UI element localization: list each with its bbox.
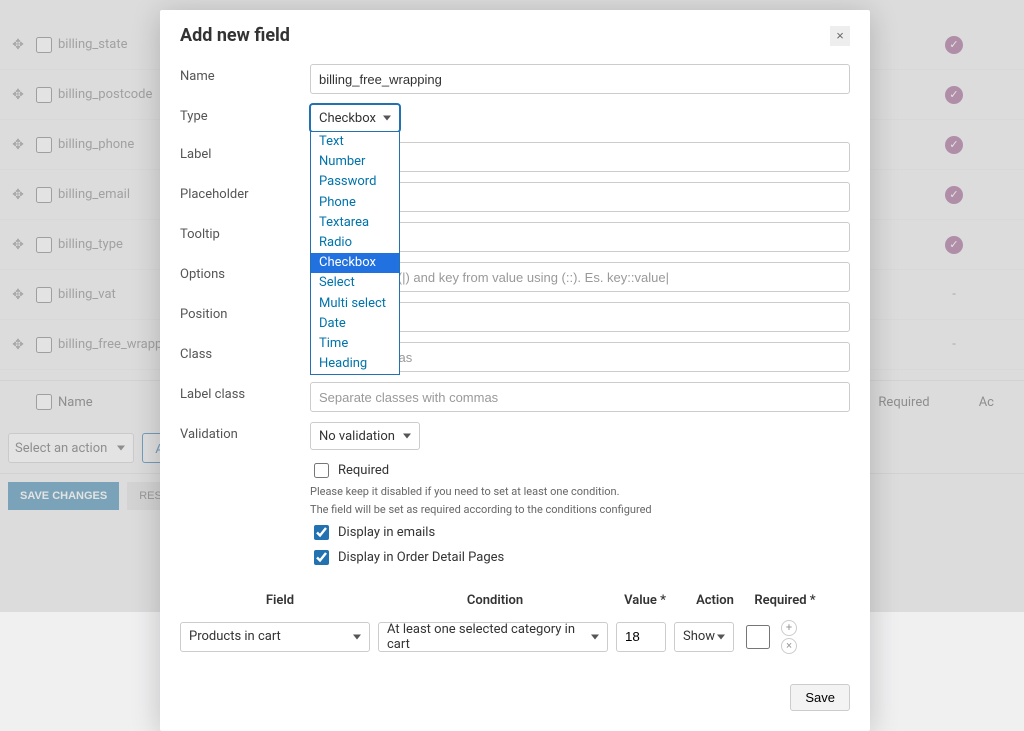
cond-h-field: Field bbox=[180, 593, 380, 608]
validation-label: Validation bbox=[180, 422, 310, 442]
cond-h-action: Action bbox=[680, 593, 750, 608]
type-option[interactable]: Time bbox=[311, 334, 399, 354]
cond-field-select[interactable]: Products in cart bbox=[180, 622, 370, 652]
type-select[interactable]: Checkbox bbox=[310, 104, 400, 132]
type-option[interactable]: Phone bbox=[311, 193, 399, 213]
display-order-checkbox[interactable] bbox=[314, 550, 329, 565]
cond-required-checkbox[interactable] bbox=[746, 625, 770, 649]
conditions-header: Field Condition Value * Action Required … bbox=[180, 593, 850, 608]
name-input[interactable] bbox=[310, 64, 850, 94]
type-option[interactable]: Number bbox=[311, 152, 399, 172]
validation-select[interactable]: No validation bbox=[310, 422, 420, 450]
type-option[interactable]: Password bbox=[311, 172, 399, 192]
type-option[interactable]: Select bbox=[311, 273, 399, 293]
type-option[interactable]: Textarea bbox=[311, 213, 399, 233]
type-option[interactable]: Radio bbox=[311, 233, 399, 253]
cond-h-required: Required * bbox=[750, 593, 820, 608]
type-option[interactable]: Multi select bbox=[311, 294, 399, 314]
label-class-label: Label class bbox=[180, 382, 310, 402]
display-emails-checkbox[interactable] bbox=[314, 525, 329, 540]
add-new-field-modal: Add new field × Name Type Checkbox TextN… bbox=[160, 10, 870, 731]
placeholder-label: Placeholder bbox=[180, 182, 310, 202]
required-checkbox[interactable] bbox=[314, 463, 329, 478]
name-label: Name bbox=[180, 64, 310, 84]
class-label: Class bbox=[180, 342, 310, 362]
label-class-input[interactable] bbox=[310, 382, 850, 412]
remove-condition-icon[interactable]: × bbox=[781, 638, 797, 654]
type-label: Type bbox=[180, 104, 310, 124]
cond-condition-select[interactable]: At least one selected category in cart bbox=[378, 622, 608, 652]
display-order-label: Display in Order Detail Pages bbox=[338, 550, 504, 565]
cond-h-condition: Condition bbox=[380, 593, 610, 608]
type-option[interactable]: Date bbox=[311, 314, 399, 334]
type-dropdown-list[interactable]: TextNumberPasswordPhoneTextareaRadioChec… bbox=[310, 132, 400, 375]
cond-h-value: Value * bbox=[610, 593, 680, 608]
options-label: Options bbox=[180, 262, 310, 282]
type-option[interactable]: Text bbox=[311, 132, 399, 152]
save-button[interactable]: Save bbox=[790, 684, 850, 711]
add-condition-icon[interactable]: + bbox=[781, 620, 797, 636]
cond-value-input[interactable] bbox=[616, 622, 666, 652]
label-label: Label bbox=[180, 142, 310, 162]
type-option[interactable]: Checkbox bbox=[311, 253, 399, 273]
position-label: Position bbox=[180, 302, 310, 322]
required-help-1: Please keep it disabled if you need to s… bbox=[310, 484, 850, 499]
required-label: Required bbox=[338, 463, 389, 478]
close-icon[interactable]: × bbox=[830, 26, 850, 46]
modal-title: Add new field bbox=[180, 25, 290, 46]
condition-row: Products in cart At least one selected c… bbox=[180, 620, 850, 654]
type-option[interactable]: Heading bbox=[311, 354, 399, 374]
display-emails-label: Display in emails bbox=[338, 525, 435, 540]
cond-action-select[interactable]: Show bbox=[674, 622, 734, 652]
tooltip-label: Tooltip bbox=[180, 222, 310, 242]
required-help-2: The field will be set as required accord… bbox=[310, 502, 850, 517]
